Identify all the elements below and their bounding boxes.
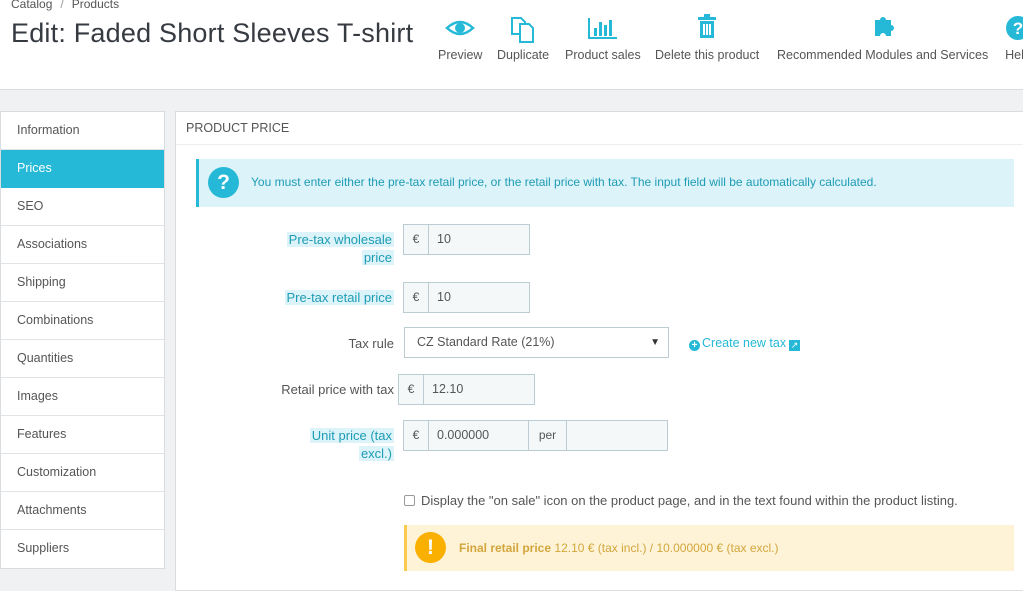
create-new-tax-link[interactable]: + Create new tax ↗ xyxy=(689,336,801,351)
help-icon: ? xyxy=(1006,16,1023,40)
retail-price-input-group: € 10 xyxy=(403,282,530,313)
external-link-icon: ↗ xyxy=(789,340,801,351)
tab-images[interactable]: Images xyxy=(1,378,164,416)
help-button[interactable]: ? Help xyxy=(1003,10,1023,62)
tax-rule-value: CZ Standard Rate (21%) xyxy=(417,335,555,349)
recommended-modules-button[interactable]: Recommended Modules and Services xyxy=(777,10,988,62)
tab-quantities[interactable]: Quantities xyxy=(1,340,164,378)
page-header: Catalog / Products Edit: Faded Short Sleev… xyxy=(0,0,1023,90)
duplicate-button[interactable]: Duplicate xyxy=(497,10,549,62)
wholesale-price-label: Pre-tax wholesale price xyxy=(266,231,394,267)
retail-price-label: Pre-tax retail price xyxy=(236,289,394,307)
unit-price-input[interactable]: 0.000000 xyxy=(429,421,529,450)
wholesale-label-line-2: price xyxy=(361,250,394,265)
retail-price-tax-label: Retail price with tax xyxy=(281,382,394,397)
bar-chart-icon xyxy=(587,18,617,39)
wholesale-price-input[interactable]: 10 xyxy=(429,225,529,254)
breadcrumb-separator: / xyxy=(60,0,64,11)
info-alert-text: You must enter either the pre-tax retail… xyxy=(251,175,877,189)
tab-combinations[interactable]: Combinations xyxy=(1,302,164,340)
currency-addon: € xyxy=(399,375,424,404)
preview-button[interactable]: Preview xyxy=(438,10,482,62)
trash-icon xyxy=(698,14,717,38)
product-sales-label: Product sales xyxy=(565,48,641,62)
per-addon: per xyxy=(529,421,567,450)
on-sale-label: Display the "on sale" icon on the produc… xyxy=(421,493,958,508)
retail-price-tax-input[interactable]: 12.10 xyxy=(424,375,534,404)
tab-attachments[interactable]: Attachments xyxy=(1,492,164,530)
tax-rule-select[interactable]: CZ Standard Rate (21%) ▼ xyxy=(404,327,669,358)
breadcrumb-catalog[interactable]: Catalog xyxy=(11,0,52,11)
delete-button[interactable]: Delete this product xyxy=(655,10,759,62)
product-tabs-sidebar: Information Prices SEO Associations Ship… xyxy=(0,111,165,569)
final-price-alert: ! Final retail price 12.10 € (tax incl.)… xyxy=(404,525,1014,571)
copy-icon xyxy=(511,17,535,43)
unit-price-input-group: € 0.000000 per xyxy=(403,420,668,451)
duplicate-label: Duplicate xyxy=(497,48,550,62)
breadcrumb-products[interactable]: Products xyxy=(72,0,119,11)
on-sale-checkbox[interactable] xyxy=(404,495,415,506)
tab-features[interactable]: Features xyxy=(1,416,164,454)
unit-price-label-line-1: Unit price (tax xyxy=(309,428,394,443)
question-icon: ? xyxy=(208,167,239,198)
exclamation-icon: ! xyxy=(415,532,446,563)
retail-price-label-text: Pre-tax retail price xyxy=(284,290,394,305)
unit-per-input[interactable] xyxy=(567,421,667,450)
on-sale-checkbox-row[interactable]: Display the "on sale" icon on the produc… xyxy=(404,493,958,508)
wholesale-price-input-group: € 10 xyxy=(403,224,530,255)
puzzle-icon xyxy=(874,17,894,36)
unit-price-label-line-2: excl.) xyxy=(358,446,394,461)
plus-circle-icon: + xyxy=(689,340,700,351)
page-title: Edit: Faded Short Sleeves T-shirt xyxy=(11,18,414,48)
final-price-label: Final retail price xyxy=(459,541,552,555)
tab-suppliers[interactable]: Suppliers xyxy=(1,530,164,568)
product-price-panel: Product price ? You must enter either th… xyxy=(175,111,1023,591)
panel-heading: Product price xyxy=(176,112,1023,145)
tab-shipping[interactable]: Shipping xyxy=(1,264,164,302)
currency-addon: € xyxy=(404,421,429,450)
help-label: Help xyxy=(1005,48,1023,62)
tab-prices[interactable]: Prices xyxy=(1,150,164,188)
chevron-down-icon: ▼ xyxy=(650,337,660,348)
breadcrumb: Catalog / Products xyxy=(11,0,119,11)
final-price-text: Final retail price 12.10 € (tax incl.) /… xyxy=(459,541,779,555)
final-price-value: 12.10 € (tax incl.) / 10.000000 € (tax e… xyxy=(554,541,779,555)
tax-rule-label: Tax rule xyxy=(348,336,394,351)
product-sales-button[interactable]: Product sales xyxy=(565,10,641,62)
tab-associations[interactable]: Associations xyxy=(1,226,164,264)
tab-customization[interactable]: Customization xyxy=(1,454,164,492)
delete-label: Delete this product xyxy=(655,48,760,62)
svg-text:?: ? xyxy=(1013,19,1023,38)
retail-price-input[interactable]: 10 xyxy=(429,283,529,312)
recommended-modules-label: Recommended Modules and Services xyxy=(777,48,989,62)
tab-seo[interactable]: SEO xyxy=(1,188,164,226)
currency-addon: € xyxy=(404,283,429,312)
wholesale-label-line-1: Pre-tax wholesale xyxy=(286,232,394,247)
currency-addon: € xyxy=(404,225,429,254)
create-new-tax-label: Create new tax xyxy=(702,336,787,350)
info-alert: ? You must enter either the pre-tax reta… xyxy=(196,159,1014,207)
preview-label: Preview xyxy=(438,48,483,62)
unit-price-label: Unit price (tax excl.) xyxy=(266,427,394,463)
tab-information[interactable]: Information xyxy=(1,112,164,150)
eye-icon xyxy=(445,20,476,36)
retail-price-tax-input-group: € 12.10 xyxy=(398,374,535,405)
